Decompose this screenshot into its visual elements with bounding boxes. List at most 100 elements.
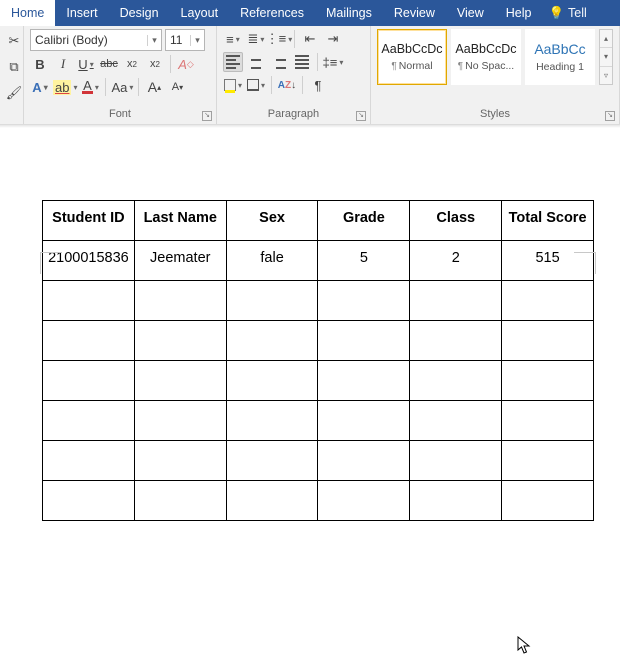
- table-cell[interactable]: [134, 441, 226, 481]
- table-cell[interactable]: [410, 321, 502, 361]
- decrease-indent-button[interactable]: ⇤: [300, 29, 320, 49]
- highlight-button[interactable]: ab▾: [53, 77, 77, 97]
- table-cell[interactable]: [226, 281, 318, 321]
- line-spacing-button[interactable]: ‡≡▾: [323, 52, 343, 72]
- style-heading-1[interactable]: AaBbCc Heading 1: [525, 29, 595, 85]
- table-row[interactable]: [43, 441, 594, 481]
- table-row[interactable]: [43, 361, 594, 401]
- table-cell[interactable]: fale: [226, 241, 318, 281]
- table-cell[interactable]: [134, 361, 226, 401]
- table-cell[interactable]: 2: [410, 241, 502, 281]
- table-cell[interactable]: [410, 401, 502, 441]
- justify-button[interactable]: [292, 52, 312, 72]
- clear-formatting-button[interactable]: A◇: [176, 54, 196, 74]
- font-color-button[interactable]: A▾: [80, 77, 100, 97]
- table-cell[interactable]: [226, 481, 318, 521]
- change-case-button[interactable]: Aa▾: [111, 77, 133, 97]
- multilevel-button[interactable]: ⋮≡▾: [269, 29, 289, 49]
- align-right-button[interactable]: [269, 52, 289, 72]
- table-cell[interactable]: [226, 401, 318, 441]
- sort-button[interactable]: AZ↓: [277, 75, 297, 95]
- table-cell[interactable]: [318, 481, 410, 521]
- col-last-name[interactable]: Last Name: [134, 201, 226, 241]
- scroll-down-icon[interactable]: ▾: [600, 48, 612, 66]
- tab-home[interactable]: Home: [0, 0, 55, 26]
- font-size-combo[interactable]: 11 ▾: [165, 29, 205, 51]
- table-cell[interactable]: [318, 281, 410, 321]
- table-cell[interactable]: [43, 441, 135, 481]
- scroll-up-icon[interactable]: ▴: [600, 30, 612, 48]
- student-table[interactable]: Student ID Last Name Sex Grade Class Tot…: [42, 200, 594, 521]
- table-cell[interactable]: [134, 481, 226, 521]
- table-row[interactable]: [43, 321, 594, 361]
- tab-references[interactable]: References: [229, 0, 315, 26]
- shrink-font-button[interactable]: A▾: [167, 77, 187, 97]
- table-cell[interactable]: [410, 441, 502, 481]
- table-cell[interactable]: [318, 361, 410, 401]
- table-row[interactable]: 2100015836Jeematerfale52515: [43, 241, 594, 281]
- table-cell[interactable]: 5: [318, 241, 410, 281]
- grow-font-button[interactable]: A▴: [144, 77, 164, 97]
- tab-help[interactable]: Help: [495, 0, 543, 26]
- table-cell[interactable]: [318, 441, 410, 481]
- font-dialog-launcher[interactable]: ↘: [202, 111, 212, 121]
- table-cell[interactable]: [410, 361, 502, 401]
- document-area[interactable]: Student ID Last Name Sex Grade Class Tot…: [0, 200, 620, 521]
- table-cell[interactable]: [410, 281, 502, 321]
- tab-mailings[interactable]: Mailings: [315, 0, 383, 26]
- shading-button[interactable]: ▾: [223, 75, 243, 95]
- table-cell[interactable]: [134, 281, 226, 321]
- cut-button[interactable]: ✂: [4, 31, 24, 51]
- bullets-button[interactable]: ≡▾: [223, 29, 243, 49]
- table-cell[interactable]: Jeemater: [134, 241, 226, 281]
- table-cell[interactable]: [134, 401, 226, 441]
- align-center-button[interactable]: [246, 52, 266, 72]
- table-row[interactable]: [43, 401, 594, 441]
- tell-me[interactable]: 💡 Tell: [542, 0, 592, 26]
- table-cell[interactable]: [502, 281, 594, 321]
- table-cell[interactable]: [318, 401, 410, 441]
- underline-button[interactable]: U▾: [76, 54, 96, 74]
- strikethrough-button[interactable]: abc: [99, 54, 119, 74]
- table-cell[interactable]: [226, 441, 318, 481]
- table-cell[interactable]: [502, 401, 594, 441]
- format-painter-button[interactable]: 🖌: [4, 83, 24, 103]
- col-sex[interactable]: Sex: [226, 201, 318, 241]
- subscript-button[interactable]: x2: [122, 54, 142, 74]
- numbering-button[interactable]: ≣▾: [246, 29, 266, 49]
- style-normal[interactable]: AaBbCcDc ¶Normal: [377, 29, 447, 85]
- increase-indent-button[interactable]: ⇥: [323, 29, 343, 49]
- copy-button[interactable]: ⧉: [4, 57, 24, 77]
- table-cell[interactable]: [502, 481, 594, 521]
- col-total-score[interactable]: Total Score: [502, 201, 594, 241]
- table-cell[interactable]: [43, 321, 135, 361]
- table-cell[interactable]: [502, 441, 594, 481]
- col-grade[interactable]: Grade: [318, 201, 410, 241]
- table-cell[interactable]: [226, 321, 318, 361]
- text-effects-button[interactable]: A▾: [30, 77, 50, 97]
- table-cell[interactable]: [410, 481, 502, 521]
- table-cell[interactable]: [502, 321, 594, 361]
- borders-button[interactable]: ▾: [246, 75, 266, 95]
- table-cell[interactable]: [502, 361, 594, 401]
- table-row[interactable]: [43, 281, 594, 321]
- italic-button[interactable]: I: [53, 54, 73, 74]
- tab-view[interactable]: View: [446, 0, 495, 26]
- paragraph-dialog-launcher[interactable]: ↘: [356, 111, 366, 121]
- style-no-spacing[interactable]: AaBbCcDc ¶No Spac...: [451, 29, 521, 85]
- align-left-button[interactable]: [223, 52, 243, 72]
- table-row[interactable]: [43, 481, 594, 521]
- table-cell[interactable]: [43, 481, 135, 521]
- col-class[interactable]: Class: [410, 201, 502, 241]
- styles-gallery-scroll[interactable]: ▴ ▾ ▿: [599, 29, 613, 85]
- font-family-combo[interactable]: Calibri (Body) ▾: [30, 29, 162, 51]
- tab-insert[interactable]: Insert: [55, 0, 108, 26]
- tab-review[interactable]: Review: [383, 0, 446, 26]
- table-cell[interactable]: [226, 361, 318, 401]
- table-cell[interactable]: [43, 401, 135, 441]
- superscript-button[interactable]: x2: [145, 54, 165, 74]
- table-cell[interactable]: [43, 361, 135, 401]
- table-cell[interactable]: [134, 321, 226, 361]
- table-cell[interactable]: [318, 321, 410, 361]
- tab-layout[interactable]: Layout: [170, 0, 230, 26]
